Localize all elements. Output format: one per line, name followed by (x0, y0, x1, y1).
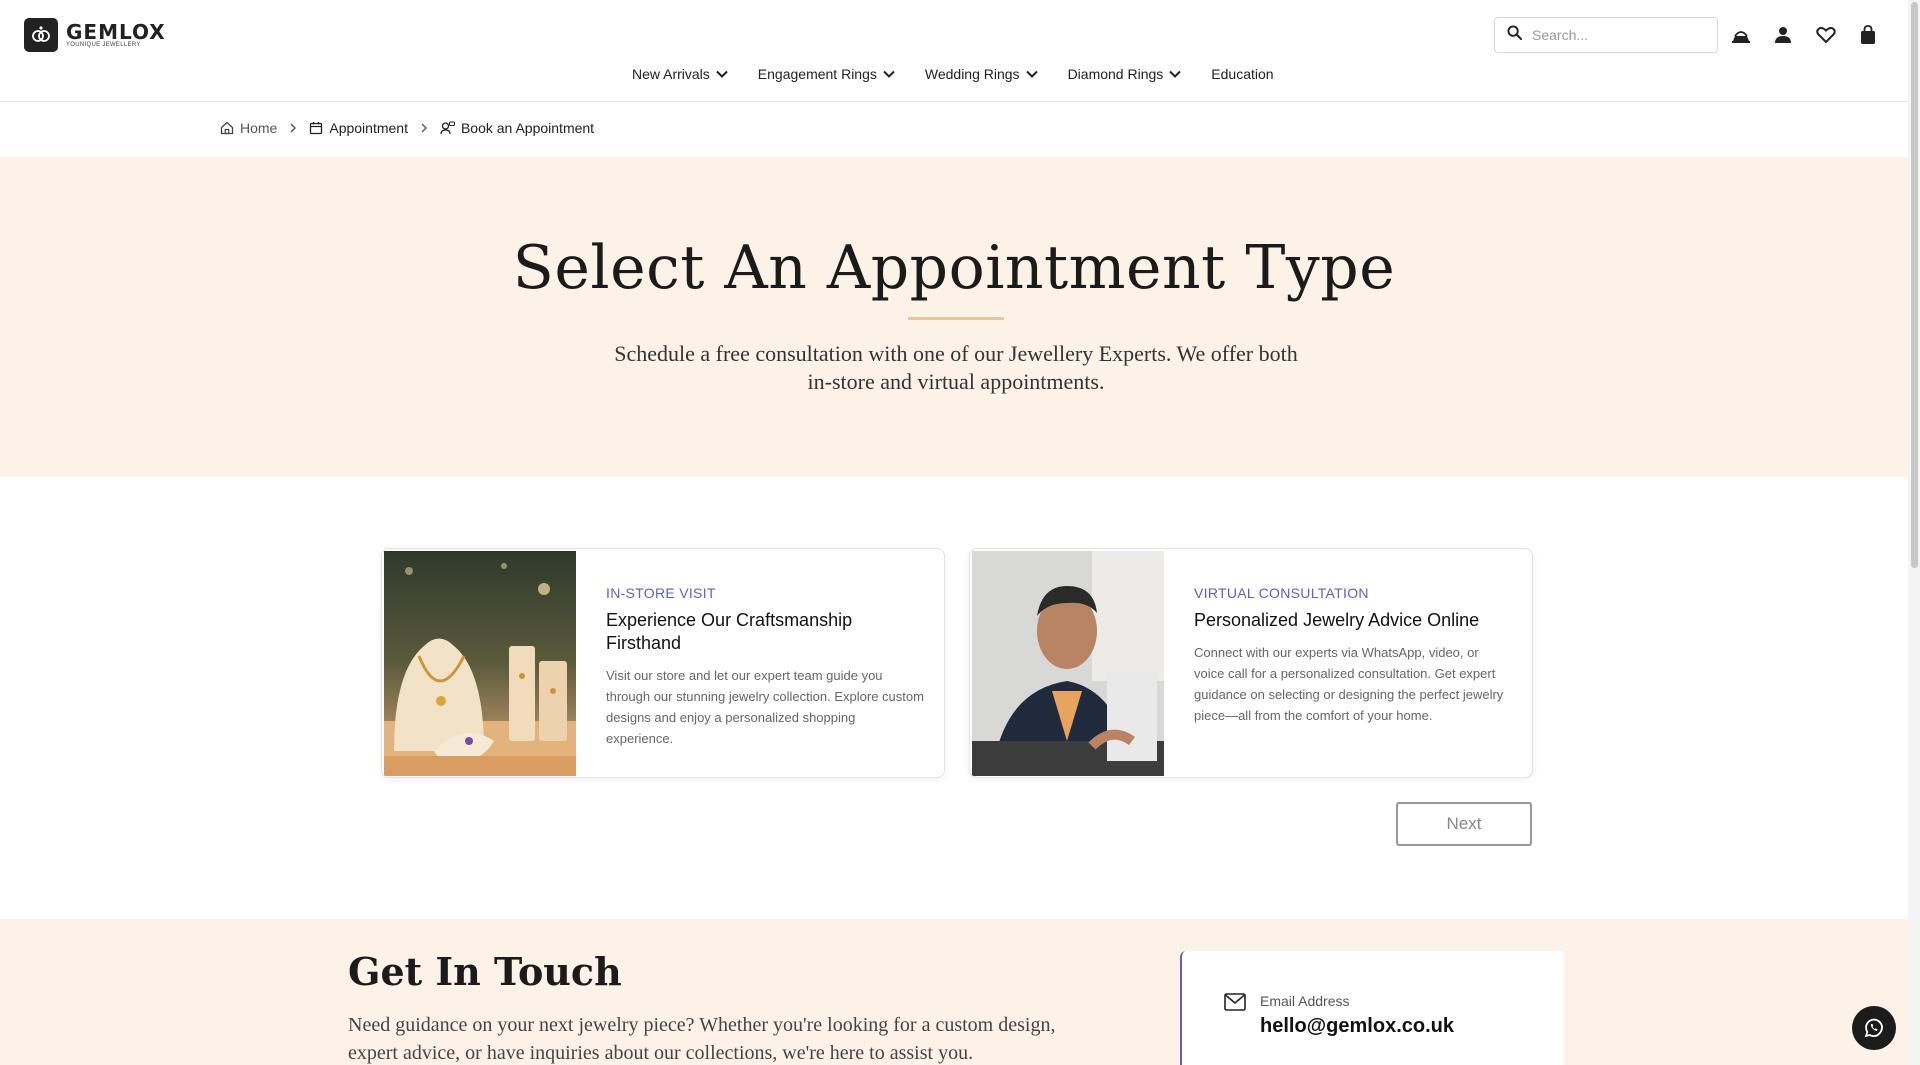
chevron-right-icon (290, 123, 297, 133)
chevron-right-icon (421, 123, 427, 133)
home-icon (220, 121, 234, 135)
email-label: Email Address (1260, 993, 1350, 1009)
nav-item-diamond-rings[interactable]: Diamond Rings (1068, 66, 1182, 82)
breadcrumb-appointment[interactable]: Appointment (309, 120, 408, 136)
heart-icon[interactable] (1813, 22, 1839, 48)
person-chat-icon (440, 121, 455, 135)
nav-item-wedding-rings[interactable]: Wedding Rings (925, 66, 1038, 82)
search-input[interactable] (1532, 27, 1702, 43)
card-eyebrow: IN-STORE VISIT (606, 585, 716, 601)
nav-item-engagement-rings[interactable]: Engagement Rings (758, 66, 895, 82)
scrollbar-thumb[interactable] (1911, 2, 1918, 568)
main-nav: New Arrivals Engagement Rings Wedding Ri… (632, 66, 1304, 82)
email-card[interactable]: Email Address hello@gemlox.co.uk (1180, 951, 1564, 1065)
search-box[interactable] (1494, 17, 1718, 53)
appointment-card-virtual[interactable]: VIRTUAL CONSULTATION Personalized Jewelr… (969, 548, 1533, 778)
calendar-icon (310, 122, 323, 135)
next-button[interactable]: Next (1396, 802, 1532, 846)
site-header: GEMLOX YOUNIQUE JEWELLERY New Arrivals E… (0, 0, 1908, 102)
appointment-card-in-store[interactable]: IN-STORE VISIT Experience Our Craftsmans… (381, 548, 945, 778)
contact-title: Get In Touch (348, 949, 622, 994)
contact-text: Need guidance on your next jewelry piece… (348, 1014, 1056, 1064)
contact-section: Get In Touch Need guidance on your next … (0, 919, 1908, 1065)
page-scrollbar[interactable] (1908, 0, 1920, 1065)
card-description: Connect with our experts via WhatsApp, v… (1194, 645, 1504, 723)
chevron-down-icon (883, 70, 895, 78)
card-description: Visit our store and let our expert team … (606, 668, 924, 746)
card-title: Experience Our Craftsmanship Firsthand (606, 610, 853, 653)
page-title: Select An Appointment Type (512, 233, 1396, 303)
mail-icon (1224, 993, 1246, 1011)
chevron-down-icon (1169, 70, 1181, 78)
card-eyebrow: VIRTUAL CONSULTATION (1194, 585, 1369, 601)
breadcrumb-book-appointment: Book an Appointment (440, 120, 594, 136)
bag-icon[interactable] (1855, 22, 1881, 48)
nav-item-education[interactable]: Education (1211, 66, 1273, 82)
hero-section: Select An Appointment Type Schedule a fr… (0, 157, 1908, 477)
breadcrumb-home[interactable]: Home (220, 120, 277, 136)
whatsapp-chat-button[interactable] (1852, 1006, 1896, 1050)
brand-name: GEMLOX (66, 20, 166, 44)
title-underline (908, 317, 1004, 320)
breadcrumb: Home Appointment Book an Appointment (220, 120, 594, 136)
user-icon[interactable] (1770, 22, 1796, 48)
nav-item-new-arrivals[interactable]: New Arrivals (632, 66, 728, 82)
virtual-consultation-image (972, 551, 1164, 776)
logo-rings-icon (24, 18, 58, 52)
hero-subtitle: Schedule a free consultation with one of… (614, 341, 1298, 394)
whatsapp-icon (1864, 1018, 1883, 1038)
chevron-down-icon (1025, 70, 1038, 78)
card-title: Personalized Jewelry Advice Online (1194, 610, 1480, 630)
logo[interactable]: GEMLOX YOUNIQUE JEWELLERY (24, 18, 166, 52)
search-icon (1507, 25, 1523, 45)
in-store-jewelry-image (384, 551, 576, 776)
email-value[interactable]: hello@gemlox.co.uk (1260, 1015, 1454, 1038)
ring-box-icon[interactable] (1728, 22, 1754, 48)
chevron-down-icon (716, 70, 728, 78)
